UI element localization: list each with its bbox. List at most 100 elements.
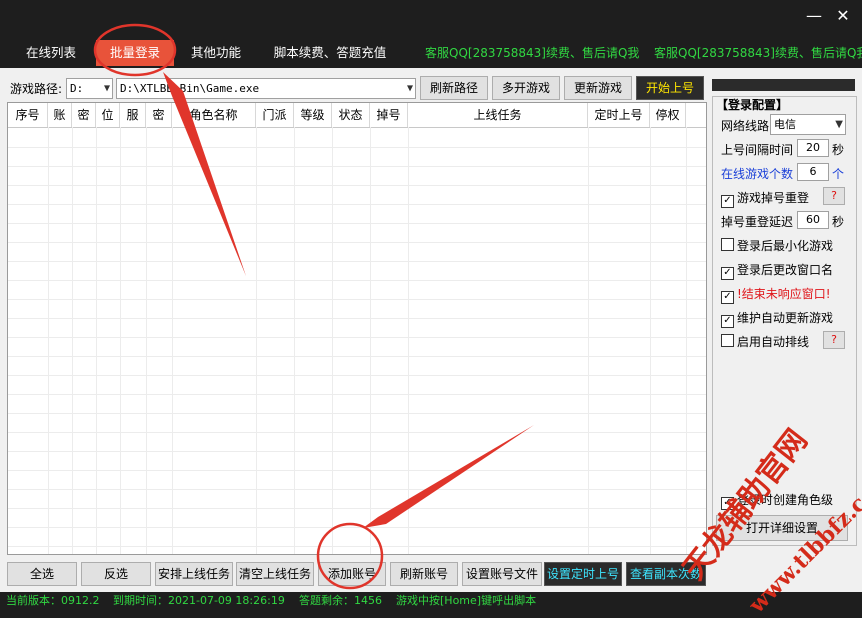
header-divider (8, 127, 706, 128)
grid-col-line (48, 127, 49, 554)
grid-col-line (256, 127, 257, 554)
column-header[interactable]: 位 (96, 103, 120, 127)
column-header[interactable]: 定时上号 (588, 103, 650, 127)
game-path-value: D:\XTLBB\Bin\Game.exe (120, 82, 260, 95)
grid-row-line (8, 451, 706, 452)
tab-other-functions[interactable]: 其他功能 (180, 40, 252, 66)
grid-row-line (8, 299, 706, 300)
grid-col-line (96, 127, 97, 554)
set-timer-login-button[interactable]: 设置定时上号 (544, 562, 622, 586)
hotkey-hint-text: 游戏中按[Home]键呼出脚本 (396, 594, 537, 607)
minimize-checkbox[interactable]: 登录后最小化游戏 (721, 237, 833, 254)
create-role-label: 登录时创建角色级 (737, 493, 834, 507)
service-note: 客服QQ[283758843]续费、售后请Q我 (654, 46, 862, 60)
refresh-path-button[interactable]: 刷新路径 (420, 76, 488, 100)
update-game-button[interactable]: 更新游戏 (564, 76, 632, 100)
grid-row-line (8, 318, 706, 319)
add-account-button[interactable]: 添加账号 (318, 562, 386, 586)
service-note: 客服QQ[283758843]续费、售后请Q我 (425, 46, 640, 60)
grid-row-line (8, 242, 706, 243)
auto-queue-checkbox[interactable]: 启用自动排线 (721, 333, 809, 350)
set-account-file-button[interactable]: 设置账号文件 (462, 562, 542, 586)
reconnect-delay-unit: 秒 (832, 215, 845, 229)
close-icon[interactable]: ✕ (832, 6, 854, 25)
grid-row-line (8, 185, 706, 186)
grid-row-line (8, 432, 706, 433)
checkbox-checked-icon[interactable]: ✓ (721, 195, 734, 208)
checkbox-checked-icon[interactable]: ✓ (721, 315, 734, 328)
grid-col-line (294, 127, 295, 554)
checkbox-unchecked-icon[interactable] (721, 334, 734, 347)
column-header[interactable]: 序号 (8, 103, 48, 127)
grid-row-line (8, 413, 706, 414)
help-button[interactable]: ? (823, 187, 845, 205)
quiz-left-text: 答题剩余：1456 (299, 594, 382, 607)
auto-update-checkbox[interactable]: ✓ 维护自动更新游戏 (721, 309, 833, 328)
interval-input[interactable]: 20 (797, 139, 829, 157)
tab-batch-login[interactable]: 批量登录 (96, 40, 174, 66)
route-select[interactable]: 电信 ▼ (770, 114, 846, 135)
grid-col-line (72, 127, 73, 554)
chevron-down-icon: ▼ (103, 83, 110, 94)
tab-online-list[interactable]: 在线列表 (14, 40, 88, 66)
drive-select[interactable]: D: ▼ (66, 78, 113, 99)
start-login-button[interactable]: 开始上号 (636, 76, 704, 100)
column-header[interactable]: 密 (146, 103, 172, 127)
grid-row-line (8, 546, 706, 547)
grid-row-line (8, 489, 706, 490)
checkbox-checked-icon[interactable]: ✓ (721, 267, 734, 280)
grid-col-line (686, 127, 687, 554)
column-header[interactable]: 掉号 (370, 103, 408, 127)
invert-selection-button[interactable]: 反选 (81, 562, 151, 586)
chevron-down-icon: ▼ (835, 119, 843, 130)
reconnect-checkbox[interactable]: ✓ 游戏掉号重登 (721, 189, 809, 208)
grid-row-line (8, 166, 706, 167)
column-header[interactable]: 服 (120, 103, 146, 127)
grid-row-line (8, 470, 706, 471)
column-header[interactable]: 停权 (650, 103, 686, 127)
grid-row-line (8, 508, 706, 509)
column-header[interactable]: 状态 (332, 103, 370, 127)
column-header[interactable]: 门派 (256, 103, 294, 127)
grid-col-line (172, 127, 173, 554)
clear-task-button[interactable]: 清空上线任务 (236, 562, 314, 586)
tab-renew-recharge[interactable]: 脚本续费、答题充值 (266, 40, 394, 66)
checkbox-checked-icon[interactable]: ✓ (721, 291, 734, 304)
online-count-unit: 个 (832, 167, 845, 181)
checkbox-unchecked-icon[interactable] (721, 238, 734, 251)
grid-col-line (120, 127, 121, 554)
account-table[interactable]: 序号 账 密 位 服 密 角色名称 门派 等级 状态 掉号 上线任务 定时上号 … (7, 102, 707, 555)
column-header[interactable]: 角色名称 (172, 103, 256, 127)
help-button[interactable]: ? (823, 331, 845, 349)
select-all-button[interactable]: 全选 (7, 562, 77, 586)
grid-row-line (8, 223, 706, 224)
game-path-select[interactable]: D:\XTLBB\Bin\Game.exe ▼ (116, 78, 416, 99)
refresh-account-button[interactable]: 刷新账号 (390, 562, 458, 586)
route-value: 电信 (774, 118, 796, 131)
grid-row-line (8, 147, 706, 148)
column-header[interactable]: 等级 (294, 103, 332, 127)
column-header[interactable]: 账 (48, 103, 72, 127)
online-count-input[interactable]: 6 (797, 163, 829, 181)
reconnect-label: 游戏掉号重登 (737, 191, 810, 205)
auto-queue-label: 启用自动排线 (737, 335, 810, 349)
arrange-task-button[interactable]: 安排上线任务 (155, 562, 233, 586)
view-dungeon-count-button[interactable]: 查看副本次数 (626, 562, 706, 586)
checkbox-checked-icon[interactable]: ✓ (721, 497, 734, 510)
column-header[interactable]: 上线任务 (408, 103, 588, 127)
open-detailed-settings-button[interactable]: 打开详细设置 (716, 515, 848, 541)
interval-label: 上号间隔时间 (721, 143, 794, 157)
rename-checkbox[interactable]: ✓ 登录后更改窗口名 (721, 261, 833, 280)
reconnect-delay-input[interactable]: 60 (797, 211, 829, 229)
grid-row-line (8, 375, 706, 376)
kill-unresponsive-checkbox[interactable]: ✓ !结束未响应窗口! (721, 285, 831, 304)
create-role-checkbox[interactable]: ✓ 登录时创建角色级 (721, 491, 833, 510)
rename-label: 登录后更改窗口名 (737, 263, 834, 277)
column-header[interactable]: 密 (72, 103, 96, 127)
multi-open-button[interactable]: 多开游戏 (492, 76, 560, 100)
interval-unit: 秒 (832, 143, 845, 157)
grid-col-line (588, 127, 589, 554)
minimize-icon[interactable]: — (803, 6, 825, 25)
title-bar: — ✕ 在线列表 批量登录 其他功能 脚本续费、答题充值 客服QQ[283758… (0, 0, 862, 68)
kill-unresponsive-label: !结束未响应窗口! (737, 287, 831, 301)
